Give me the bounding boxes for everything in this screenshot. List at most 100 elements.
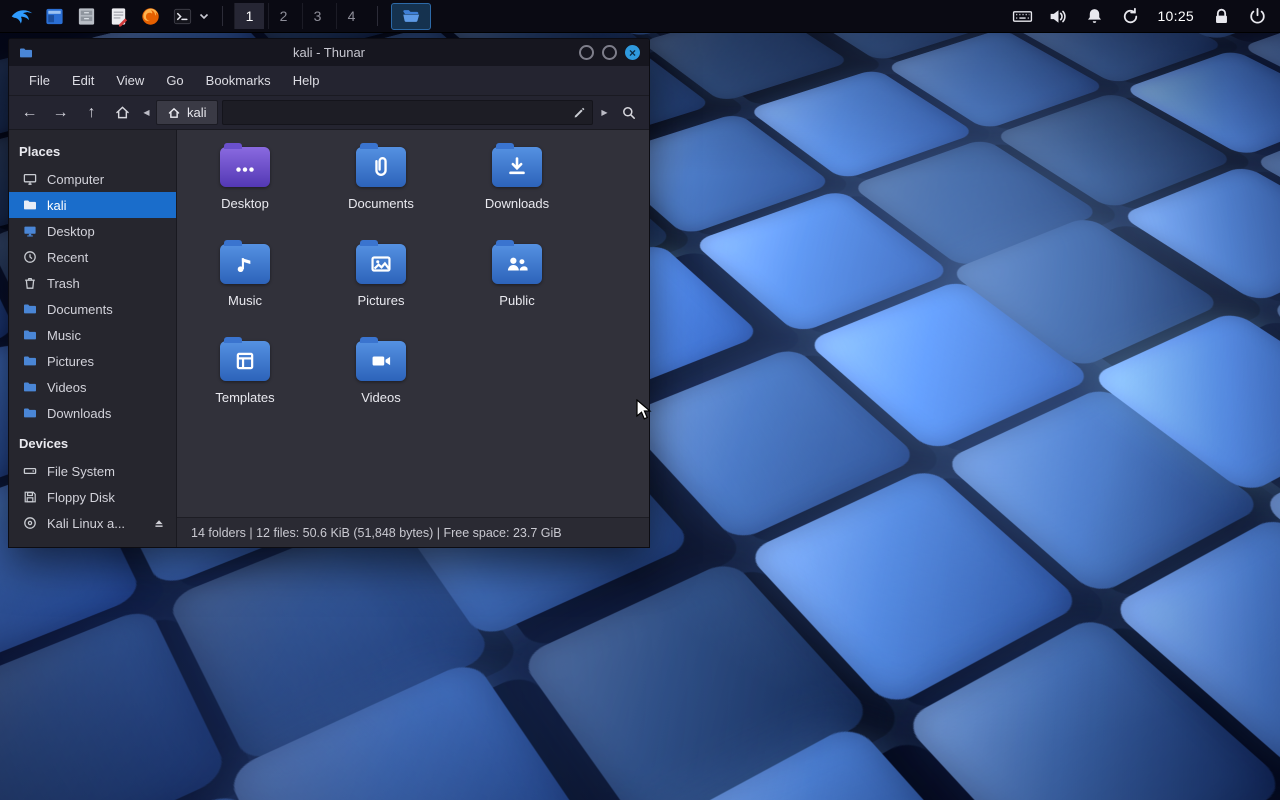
eject-button[interactable] bbox=[150, 514, 168, 532]
workspace-4[interactable]: 4 bbox=[336, 3, 366, 29]
up-button[interactable]: ↑ bbox=[77, 99, 106, 126]
panel-separator bbox=[377, 6, 378, 26]
sidebar-item-kali-linux-disc[interactable]: Kali Linux a... bbox=[9, 510, 176, 536]
sidebar-item-music[interactable]: Music bbox=[9, 322, 176, 348]
workspace-3[interactable]: 3 bbox=[302, 3, 332, 29]
folder-icon bbox=[220, 147, 270, 187]
paperclip-emblem-icon bbox=[368, 154, 394, 180]
clock[interactable]: 10:25 bbox=[1151, 8, 1200, 24]
maximize-button[interactable] bbox=[602, 45, 617, 60]
sidebar-item-label: Recent bbox=[47, 250, 88, 265]
lock-screen-button[interactable] bbox=[1206, 2, 1236, 30]
search-button[interactable] bbox=[614, 99, 643, 126]
statusbar: 14 folders | 12 files: 50.6 KiB (51,848 … bbox=[177, 517, 649, 547]
file-item-public[interactable]: Public bbox=[449, 239, 585, 336]
firefox-launcher[interactable] bbox=[136, 2, 164, 30]
file-item-videos[interactable]: Videos bbox=[313, 336, 449, 433]
taskbar-thunar-button[interactable] bbox=[391, 3, 431, 30]
sidebar-item-kali[interactable]: kali bbox=[9, 192, 176, 218]
panel-tray: 10:25 bbox=[1007, 2, 1272, 30]
back-button[interactable]: ← bbox=[15, 99, 44, 126]
places-header: Places bbox=[9, 139, 176, 166]
computer-icon bbox=[22, 171, 38, 187]
window-launcher[interactable] bbox=[40, 2, 68, 30]
sidebar-item-file-system[interactable]: File System bbox=[9, 458, 176, 484]
sidebar-item-label: Floppy Disk bbox=[47, 490, 115, 505]
path-button-kali[interactable]: kali bbox=[156, 100, 218, 125]
file-label: Documents bbox=[348, 196, 414, 211]
file-item-music[interactable]: Music bbox=[177, 239, 313, 336]
file-grid: Desktop Documents Downloads bbox=[177, 130, 649, 517]
sidebar-item-trash[interactable]: Trash bbox=[9, 270, 176, 296]
sidebar-item-desktop[interactable]: Desktop bbox=[9, 218, 176, 244]
sidebar-item-label: Videos bbox=[47, 380, 87, 395]
music-emblem-icon bbox=[232, 251, 258, 277]
file-item-desktop[interactable]: Desktop bbox=[177, 142, 313, 239]
updates-button[interactable] bbox=[1115, 2, 1145, 30]
titlebar[interactable]: kali - Thunar × bbox=[9, 39, 649, 66]
menu-edit[interactable]: Edit bbox=[62, 69, 104, 92]
close-button[interactable]: × bbox=[625, 45, 640, 60]
edit-path-button[interactable] bbox=[566, 102, 592, 124]
file-cabinet-icon bbox=[76, 6, 97, 27]
bell-icon bbox=[1084, 6, 1105, 27]
volume-button[interactable] bbox=[1043, 2, 1073, 30]
sidebar-item-label: Trash bbox=[47, 276, 80, 291]
sidebar-item-floppy-disk[interactable]: Floppy Disk bbox=[9, 484, 176, 510]
terminal-launcher[interactable] bbox=[168, 2, 196, 30]
location-bar[interactable] bbox=[222, 100, 593, 125]
notifications-button[interactable] bbox=[1079, 2, 1109, 30]
window-app-icon bbox=[44, 6, 65, 27]
file-label: Templates bbox=[215, 390, 274, 405]
file-item-documents[interactable]: Documents bbox=[313, 142, 449, 239]
menu-bookmarks[interactable]: Bookmarks bbox=[196, 69, 281, 92]
home-icon bbox=[114, 104, 131, 121]
menu-help[interactable]: Help bbox=[283, 69, 330, 92]
folder-icon bbox=[22, 379, 38, 395]
sidebar-item-recent[interactable]: Recent bbox=[9, 244, 176, 270]
sidebar-item-label: Documents bbox=[47, 302, 113, 317]
sidebar-item-documents[interactable]: Documents bbox=[9, 296, 176, 322]
sidebar-item-downloads[interactable]: Downloads bbox=[9, 400, 176, 426]
eject-icon bbox=[151, 517, 167, 530]
workspace-1[interactable]: 1 bbox=[234, 3, 264, 29]
path-scroll-left-button[interactable]: ◀ bbox=[139, 100, 154, 125]
sidebar: Places Computer kali Desktop Recent bbox=[9, 130, 177, 547]
file-manager-launcher[interactable] bbox=[72, 2, 100, 30]
devices-header: Devices bbox=[9, 431, 176, 458]
sidebar-item-pictures[interactable]: Pictures bbox=[9, 348, 176, 374]
folder-icon bbox=[356, 341, 406, 381]
file-item-templates[interactable]: Templates bbox=[177, 336, 313, 433]
folder-icon bbox=[492, 244, 542, 284]
file-item-pictures[interactable]: Pictures bbox=[313, 239, 449, 336]
minimize-button[interactable] bbox=[579, 45, 594, 60]
sidebar-item-label: Computer bbox=[47, 172, 104, 187]
home-button[interactable] bbox=[108, 99, 137, 126]
screen: 1 2 3 4 10:25 bbox=[0, 0, 1280, 800]
menu-file[interactable]: File bbox=[19, 69, 60, 92]
text-editor-launcher[interactable] bbox=[104, 2, 132, 30]
workspace-2[interactable]: 2 bbox=[268, 3, 298, 29]
keyboard-indicator[interactable] bbox=[1007, 2, 1037, 30]
people-emblem-icon bbox=[504, 251, 530, 277]
sidebar-item-computer[interactable]: Computer bbox=[9, 166, 176, 192]
logout-button[interactable] bbox=[1242, 2, 1272, 30]
menu-view[interactable]: View bbox=[106, 69, 154, 92]
forward-button[interactable]: → bbox=[46, 99, 75, 126]
sidebar-item-label: Desktop bbox=[47, 224, 95, 239]
sidebar-item-videos[interactable]: Videos bbox=[9, 374, 176, 400]
sidebar-item-label: kali bbox=[47, 198, 67, 213]
video-emblem-icon bbox=[368, 348, 394, 374]
panel-separator bbox=[222, 6, 223, 26]
file-label: Pictures bbox=[358, 293, 405, 308]
file-item-downloads[interactable]: Downloads bbox=[449, 142, 585, 239]
folder-icon bbox=[22, 405, 38, 421]
menu-go[interactable]: Go bbox=[156, 69, 193, 92]
sidebar-item-label: Pictures bbox=[47, 354, 94, 369]
file-label: Desktop bbox=[221, 196, 269, 211]
search-icon bbox=[621, 105, 637, 121]
power-icon bbox=[1247, 6, 1268, 27]
terminal-dropdown-button[interactable] bbox=[197, 2, 211, 30]
kali-menu-button[interactable] bbox=[8, 2, 36, 30]
path-scroll-right-button[interactable]: ▶ bbox=[597, 100, 612, 125]
